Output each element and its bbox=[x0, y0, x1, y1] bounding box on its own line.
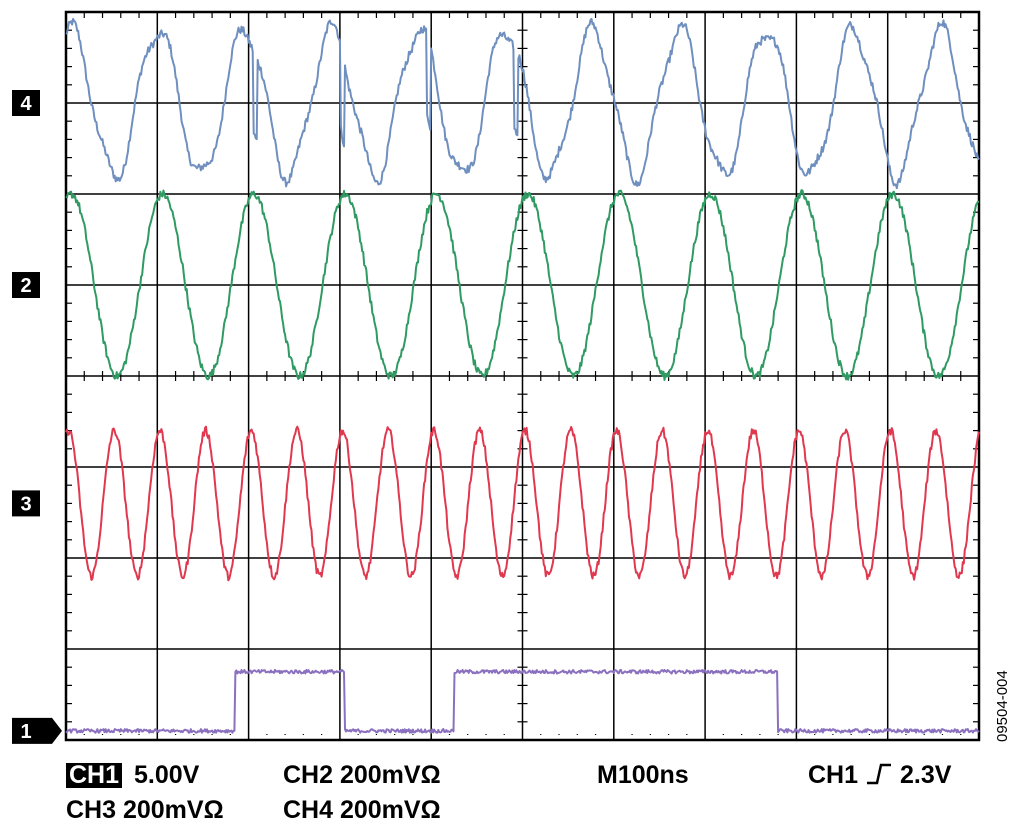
trigger-channel: CH1 bbox=[808, 761, 859, 789]
oscilloscope-screen: 4 2 3 1 bbox=[12, 10, 981, 744]
ch3-readout: CH3 200mVΩ bbox=[66, 796, 224, 824]
channel-marker-2: 2 bbox=[12, 272, 40, 298]
rising-edge-icon bbox=[867, 763, 892, 785]
figure-id: 09504-004 bbox=[994, 670, 1011, 742]
ch2-readout: CH2 200mVΩ bbox=[283, 761, 441, 789]
channel-marker-label: 3 bbox=[20, 493, 31, 515]
channel-marker-label: 1 bbox=[20, 721, 31, 743]
channel-marker-label: 2 bbox=[20, 275, 31, 297]
graticule bbox=[64, 10, 981, 742]
timebase-readout: M100ns bbox=[597, 761, 689, 789]
ch1-readout: CH1 5.00V bbox=[66, 763, 199, 788]
channel-markers: 4 2 3 1 bbox=[12, 90, 62, 744]
channel-marker-1: 1 bbox=[12, 717, 62, 744]
channel-marker-4: 4 bbox=[12, 90, 40, 116]
trigger-level: 2.3V bbox=[900, 761, 952, 789]
channel-marker-3: 3 bbox=[12, 490, 40, 517]
ch4-readout: CH4 200mVΩ bbox=[283, 796, 441, 824]
trigger-readout: CH1 2.3V bbox=[808, 763, 951, 788]
channel-marker-label: 4 bbox=[20, 93, 32, 115]
ch1-scale: 5.00V bbox=[134, 761, 200, 789]
ch1-badge: CH1 bbox=[66, 763, 123, 788]
